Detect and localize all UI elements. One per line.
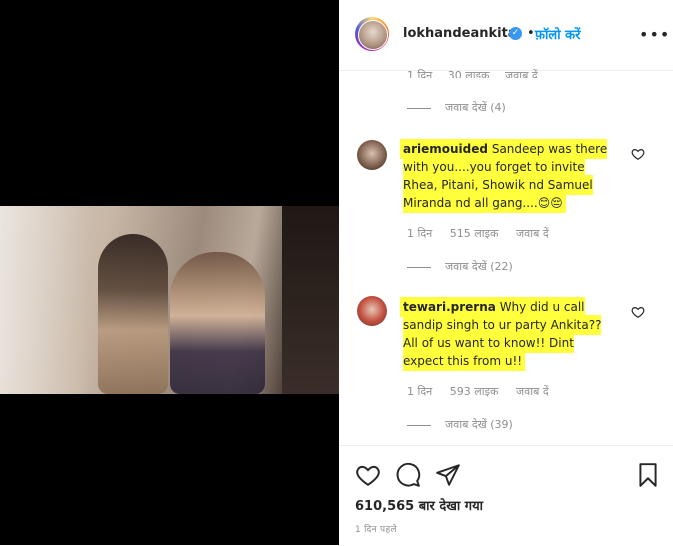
separator-dot: • [527, 26, 535, 41]
like-comment-icon[interactable] [631, 305, 645, 319]
author-username[interactable]: lokhandeankita [403, 26, 517, 41]
view-replies-button[interactable]: जवाब देखें (22) [407, 259, 513, 274]
post-actions: 610,565 बार देखा गया 1 दिन पहले [339, 445, 673, 546]
prev-comment-meta: 1 दिन 30 लाइक जवाब दें [407, 69, 538, 78]
view-count[interactable]: 610,565 बार देखा गया [355, 496, 483, 514]
post-sidebar: lokhandeankita ✓ • फ़ॉलो करें ••• 1 दिन … [339, 0, 673, 545]
comment-meta: 1 दिन 593 लाइक जवाब दें [407, 385, 549, 398]
post-header: lokhandeankita ✓ • फ़ॉलो करें ••• [339, 0, 673, 71]
like-comment-icon[interactable] [631, 147, 645, 161]
comment: ariemouided Sandeep was there with you..… [403, 142, 608, 210]
video-frame [0, 206, 339, 394]
follow-button[interactable]: फ़ॉलो करें [535, 25, 580, 43]
comment-username[interactable]: ariemouided [403, 142, 488, 156]
commenter-avatar[interactable] [357, 296, 387, 326]
comment-username[interactable]: tewari.prerna [403, 300, 496, 314]
view-replies-button[interactable]: जवाब देखें (39) [407, 417, 513, 432]
commenter-avatar[interactable] [357, 140, 387, 170]
person-background [282, 206, 339, 394]
person-left [98, 234, 168, 394]
comment-meta: 1 दिन 515 लाइक जवाब दें [407, 227, 549, 240]
like-icon[interactable] [355, 462, 381, 488]
author-avatar[interactable] [355, 17, 389, 51]
post-video[interactable] [0, 0, 339, 545]
more-options-icon[interactable]: ••• [639, 25, 670, 44]
comment: tewari.prerna Why did u call sandip sing… [403, 300, 602, 368]
share-icon[interactable] [435, 462, 461, 488]
comment-icon[interactable] [395, 462, 421, 488]
post-timestamp[interactable]: 1 दिन पहले [355, 522, 397, 535]
view-replies-button[interactable]: जवाब देखें (4) [407, 100, 506, 115]
verified-badge-icon: ✓ [509, 27, 522, 40]
instagram-post-view: lokhandeankita ✓ • फ़ॉलो करें ••• 1 दिन … [0, 0, 673, 545]
person-right [170, 252, 265, 394]
save-bookmark-icon[interactable] [635, 462, 661, 488]
